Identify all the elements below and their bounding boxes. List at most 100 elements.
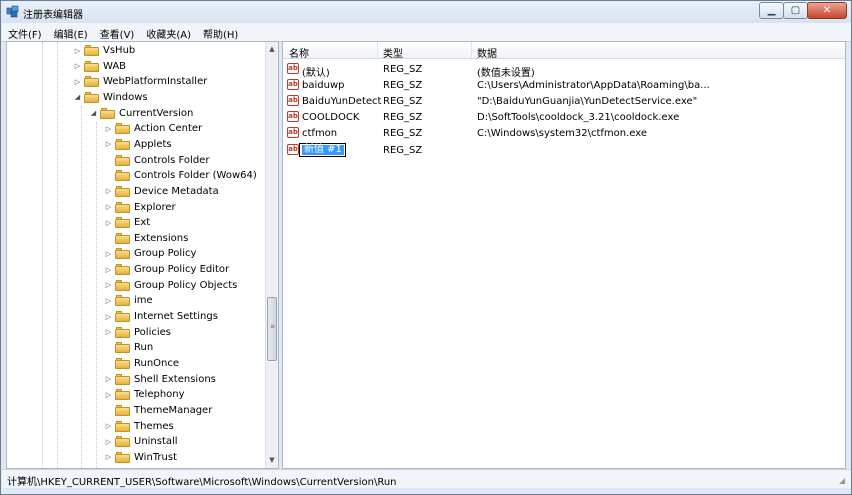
value-row[interactable]: ab baiduwp REG_SZ C:\Users\Administrator…: [283, 77, 845, 93]
tree-item[interactable]: ▷ WAB: [73, 59, 126, 74]
expand-arrow-icon[interactable]: ▷: [104, 453, 113, 461]
tree-item[interactable]: ▷ Uninstall: [104, 434, 178, 449]
expand-arrow-icon[interactable]: ▷: [104, 422, 113, 430]
collapse-arrow-icon[interactable]: ◢: [89, 109, 98, 117]
tree-item[interactable]: ▷ VsHub: [73, 43, 135, 58]
tree-item[interactable]: ▷ Group Policy: [104, 246, 196, 261]
tree-item-label: VsHub: [103, 45, 136, 56]
tree-scrollbar[interactable]: ▲ ≡ ▼: [265, 42, 278, 468]
grip-icon: ≡: [270, 323, 276, 330]
tree-item[interactable]: ▷ Explorer: [104, 200, 176, 215]
rename-value-text: 新值 #1: [302, 144, 344, 155]
tree-item-label: Extensions: [134, 232, 189, 244]
tree-item[interactable]: ▷ Policies: [104, 325, 171, 340]
title-bar[interactable]: 注册表编辑器 ▁ ▢ ✕: [1, 1, 851, 23]
tree-item-label: Group Policy Objects: [134, 279, 238, 291]
tree-item[interactable]: ▷ WinTrust: [104, 450, 177, 465]
expand-arrow-icon[interactable]: ▷: [104, 219, 113, 227]
menu-help[interactable]: 帮助(H): [197, 23, 244, 41]
scroll-thumb[interactable]: ≡: [267, 297, 277, 361]
value-type: REG_SZ: [383, 64, 423, 75]
tree-item[interactable]: Controls Folder (Wow64): [104, 168, 257, 183]
expand-arrow-icon[interactable]: ▷: [104, 187, 113, 195]
tree-item-label: ime: [134, 295, 153, 307]
expand-arrow-icon[interactable]: ▷: [104, 125, 113, 133]
expand-arrow-icon[interactable]: ▷: [104, 281, 113, 289]
tree-item[interactable]: ▷ WebPlatformInstaller: [73, 74, 207, 89]
tree-item[interactable]: ▷ Internet Settings: [104, 309, 218, 324]
expand-arrow-icon[interactable]: ▷: [104, 438, 113, 446]
value-row[interactable]: ab ctfmon REG_SZ C:\Windows\system32\ctf…: [283, 125, 845, 141]
expand-arrow-icon[interactable]: ▷: [104, 203, 113, 211]
tree-item[interactable]: ▷ Ext: [104, 215, 150, 230]
value-row[interactable]: ab COOLDOCK REG_SZ D:\SoftTools\cooldock…: [283, 109, 845, 125]
tree-item-label: RunOnce: [134, 358, 180, 369]
menu-favorites[interactable]: 收藏夹(A): [140, 23, 197, 41]
value-row[interactable]: ab (默认) REG_SZ (数值未设置): [283, 61, 845, 79]
tree-item[interactable]: ▷ ime: [104, 293, 153, 308]
folder-icon: [115, 451, 130, 463]
expand-arrow-icon[interactable]: ▷: [73, 62, 82, 70]
tree-item-label: Telephony: [134, 389, 185, 401]
tree-item[interactable]: ▷ Applets: [104, 137, 172, 152]
tree-item[interactable]: ▷ Action Center: [104, 121, 202, 136]
folder-icon: [115, 326, 130, 338]
column-divider[interactable]: [471, 42, 472, 58]
tree-item[interactable]: RunOnce: [104, 356, 179, 371]
tree-item-label: Shell Extensions: [134, 373, 216, 385]
menu-view[interactable]: 查看(V): [94, 23, 141, 41]
expand-arrow-icon[interactable]: ▷: [73, 47, 82, 55]
expand-arrow-icon[interactable]: ▷: [104, 297, 113, 305]
value-row-new[interactable]: ab 新值 #1 REG_SZ: [283, 142, 845, 158]
minimize-icon[interactable]: ▁: [759, 2, 784, 19]
tree-item-label: Internet Settings: [134, 311, 218, 323]
ab-string-icon: ab: [287, 127, 299, 138]
key-tree-pane[interactable]: ▷ VsHub ▷ WAB ▷ WebPlatformInstaller ◢ Windows ◢…: [6, 41, 279, 469]
expand-arrow-icon[interactable]: ▷: [104, 140, 113, 148]
expand-arrow-icon[interactable]: ▷: [104, 250, 113, 258]
ab-string-icon: ab: [287, 144, 299, 155]
expand-arrow-icon[interactable]: ▷: [104, 375, 113, 383]
value-row[interactable]: ab BaiduYunDetect REG_SZ "D:\BaiduYunGua…: [283, 93, 845, 109]
expand-arrow-icon[interactable]: ▷: [104, 328, 113, 336]
column-data[interactable]: 数据: [477, 45, 497, 60]
scroll-up-icon[interactable]: ▲: [267, 43, 277, 55]
column-divider[interactable]: [377, 42, 378, 58]
tree-item[interactable]: ▷ Group Policy Objects: [104, 278, 237, 293]
expand-arrow-icon[interactable]: ▷: [104, 391, 113, 399]
value-type: REG_SZ: [383, 112, 423, 123]
menu-edit[interactable]: 编辑(E): [48, 23, 94, 41]
menu-file[interactable]: 文件(F): [2, 23, 48, 41]
status-path: 计算机\HKEY_CURRENT_USER\Software\Microsoft…: [7, 477, 397, 488]
column-type[interactable]: 类型: [383, 45, 403, 60]
values-pane[interactable]: 名称 类型 数据 ab (默认) REG_SZ (数值未设置) ab baidu…: [282, 41, 846, 469]
tree-item[interactable]: ◢ CurrentVersion: [89, 106, 193, 121]
window-buttons: ▁ ▢ ✕: [759, 2, 847, 20]
tree-item[interactable]: Run: [104, 340, 153, 355]
tree-item[interactable]: ▷ Group Policy Editor: [104, 262, 229, 277]
folder-icon: [115, 217, 130, 229]
collapse-arrow-icon[interactable]: ◢: [73, 93, 82, 101]
folder-icon: [115, 404, 130, 416]
column-name[interactable]: 名称: [289, 45, 309, 60]
close-icon[interactable]: ✕: [807, 2, 847, 19]
tree-item[interactable]: Extensions: [104, 231, 188, 246]
maximize-icon[interactable]: ▢: [783, 2, 808, 19]
tree-item-label: Windows: [103, 91, 148, 103]
tree-item[interactable]: ThemeManager: [104, 403, 212, 418]
folder-icon: [115, 185, 130, 197]
resize-grip-icon[interactable]: ◢: [839, 476, 849, 486]
tree-item[interactable]: ▷ Telephony: [104, 387, 185, 402]
scroll-down-icon[interactable]: ▼: [267, 454, 277, 466]
value-name: BaiduYunDetect: [302, 96, 382, 107]
tree-item[interactable]: ▷ Themes: [104, 419, 174, 434]
tree-item[interactable]: ▷ Shell Extensions: [104, 372, 216, 387]
rename-value-input[interactable]: 新值 #1: [299, 143, 346, 157]
tree-item[interactable]: Controls Folder: [104, 153, 209, 168]
expand-arrow-icon[interactable]: ▷: [73, 78, 82, 86]
tree-item[interactable]: ◢ Windows: [73, 90, 148, 105]
folder-icon: [115, 373, 130, 385]
expand-arrow-icon[interactable]: ▷: [104, 313, 113, 321]
expand-arrow-icon[interactable]: ▷: [104, 266, 113, 274]
tree-item[interactable]: ▷ Device Metadata: [104, 184, 219, 199]
